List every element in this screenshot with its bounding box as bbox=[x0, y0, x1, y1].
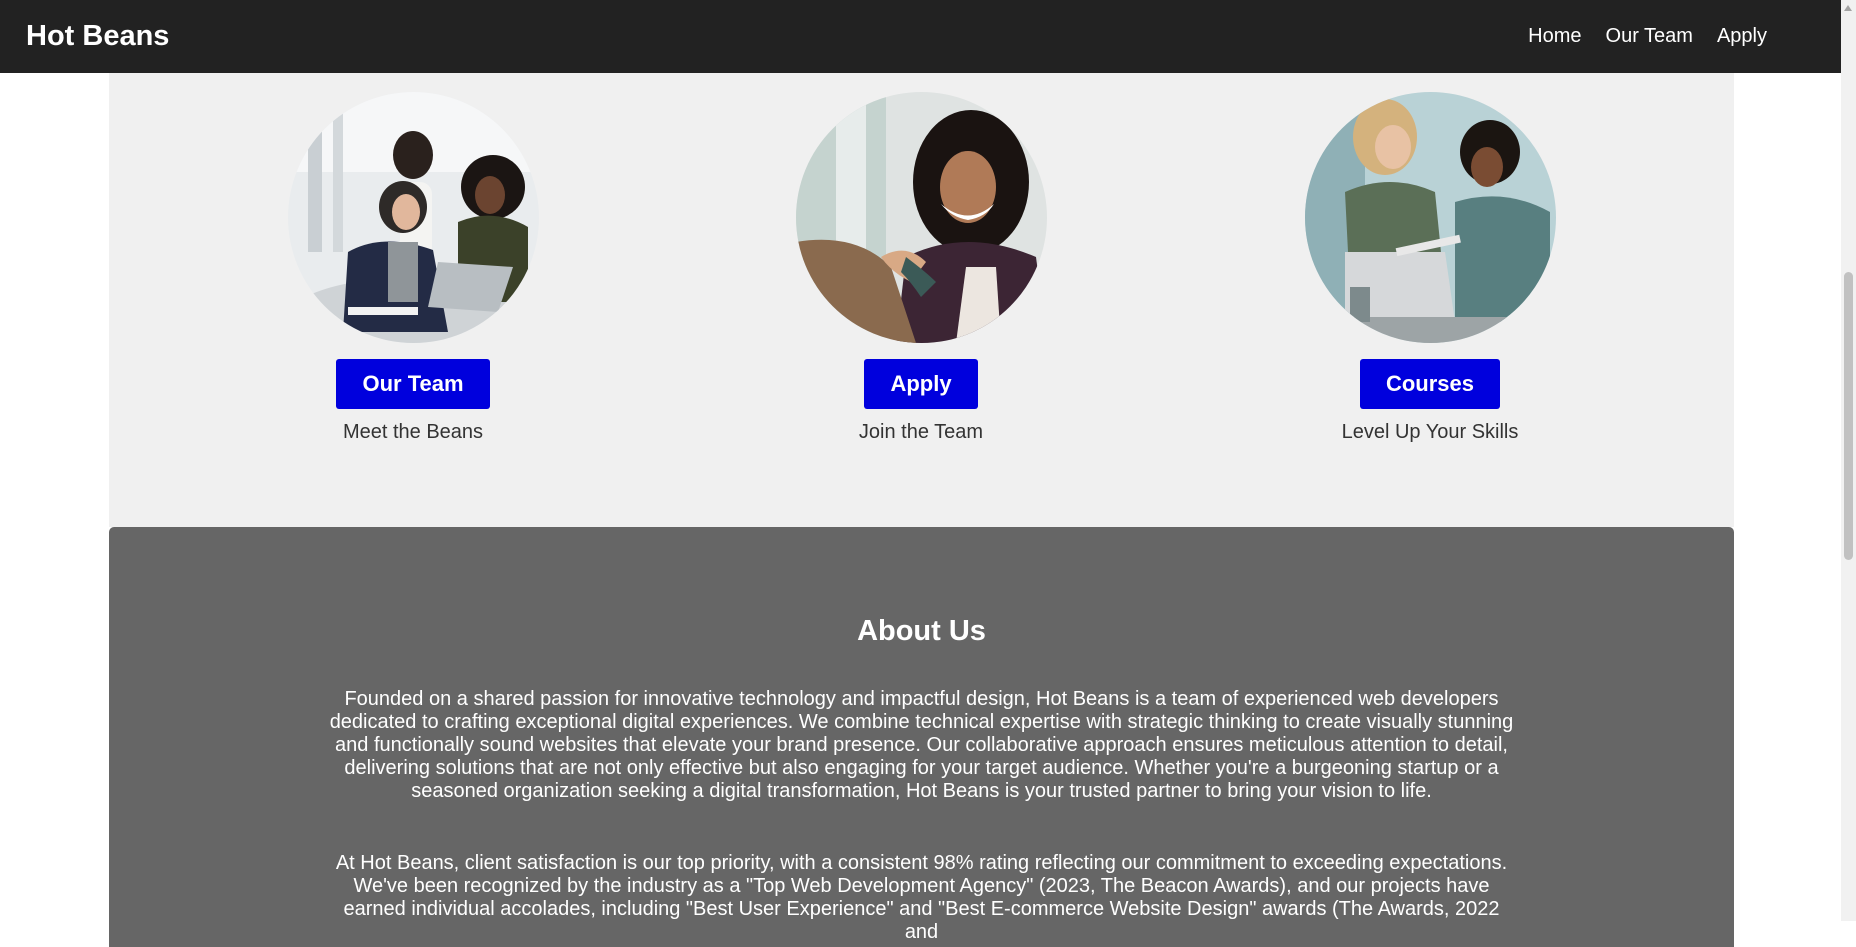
card-our-team: Our Team Meet the Beans bbox=[213, 92, 613, 444]
nav-link-apply[interactable]: Apply bbox=[1705, 25, 1779, 48]
cards-section: Our Team Meet the Beans Apply Join the T… bbox=[109, 0, 1734, 527]
main-content: Our Team Meet the Beans Apply Join the T… bbox=[109, 0, 1734, 947]
handshake-photo bbox=[795, 92, 1047, 343]
card-apply: Apply Join the Team bbox=[721, 92, 1121, 444]
card-courses: Courses Level Up Your Skills bbox=[1230, 92, 1630, 444]
team-meeting-photo bbox=[287, 92, 539, 343]
brand-logo[interactable]: Hot Beans bbox=[26, 20, 169, 53]
our-team-button[interactable]: Our Team bbox=[336, 359, 490, 409]
nav-links: Home Our Team Apply bbox=[1516, 25, 1779, 48]
card-subtitle: Level Up Your Skills bbox=[1341, 421, 1519, 443]
vertical-scrollbar[interactable] bbox=[1841, 0, 1856, 921]
about-us-section: About Us Founded on a shared passion for… bbox=[109, 527, 1734, 947]
scroll-up-arrow-icon[interactable] bbox=[1844, 5, 1852, 11]
nav-link-home[interactable]: Home bbox=[1516, 25, 1593, 48]
about-us-heading: About Us bbox=[857, 615, 986, 647]
card-subtitle: Meet the Beans bbox=[342, 421, 484, 443]
learning-laptop-photo bbox=[1304, 92, 1556, 343]
scroll-thumb[interactable] bbox=[1844, 272, 1853, 560]
top-navbar: Hot Beans Home Our Team Apply bbox=[0, 0, 1841, 73]
nav-link-our-team[interactable]: Our Team bbox=[1594, 25, 1705, 48]
about-paragraph: Founded on a shared passion for innovati… bbox=[329, 688, 1514, 802]
card-subtitle: Join the Team bbox=[858, 421, 984, 443]
apply-button[interactable]: Apply bbox=[864, 359, 978, 409]
about-paragraph: At Hot Beans, client satisfaction is our… bbox=[335, 852, 1508, 943]
courses-button[interactable]: Courses bbox=[1359, 359, 1501, 409]
